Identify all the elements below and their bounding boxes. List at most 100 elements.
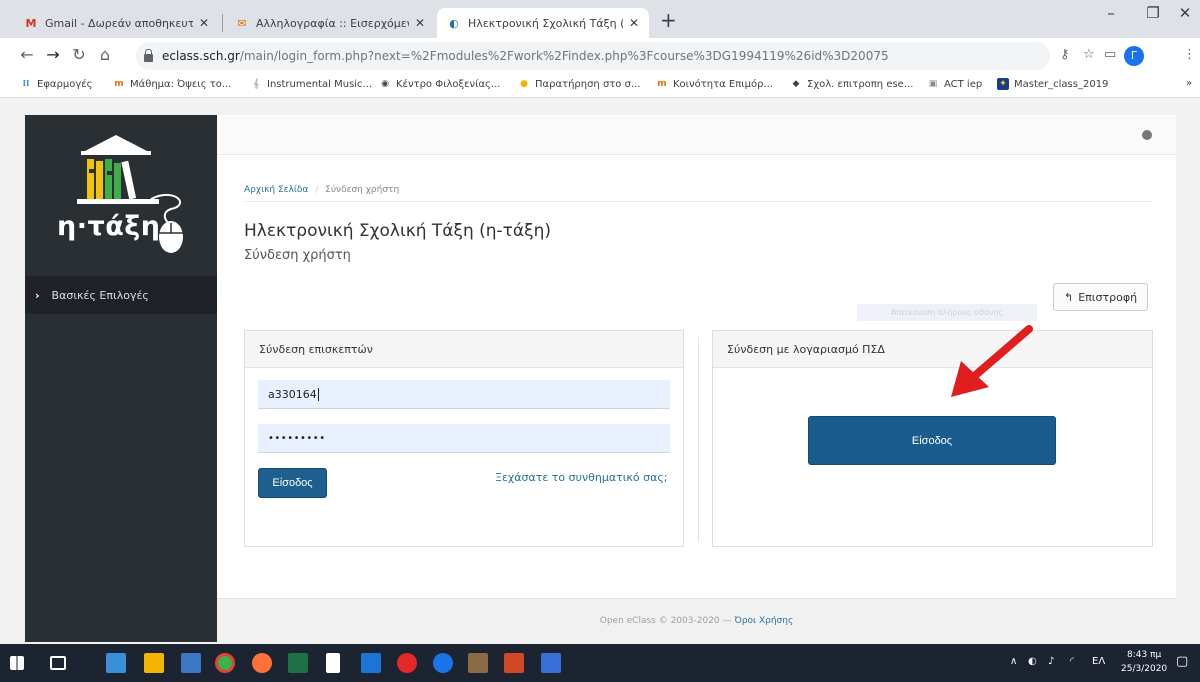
dropbox-icon[interactable] (541, 653, 561, 673)
terms-link[interactable]: Όροι Χρήσης (735, 616, 794, 626)
bookmarks-bar: ⁞⁞ Εφαρμογές m Μάθημα: Όψεις το... 𝄞 Ins… (0, 74, 1200, 98)
bookmark-item[interactable]: ◉ Κέντρο Φιλοξενίας... (379, 78, 500, 90)
excel-icon[interactable] (288, 653, 308, 673)
star-icon[interactable]: ☆ (1083, 47, 1095, 62)
browser-tab-strip: M Gmail - Δωρεάν αποθηκευτικός ✕ ✉ Αλληλ… (0, 0, 1200, 38)
password-input[interactable]: ••••••••• (258, 424, 670, 453)
tab-mail[interactable]: ✉ Αλληλογραφία :: Εισερχόμενα ✕ (225, 8, 435, 38)
psd-login-button[interactable]: Είσοδος (808, 416, 1056, 465)
eclass-logo[interactable]: η·τάξη (55, 129, 187, 269)
text-caret (317, 387, 319, 401)
key-icon[interactable]: ⚷ (1060, 47, 1070, 62)
guest-login-heading: Σύνδεση επισκεπτών (245, 331, 683, 368)
powerpoint-icon[interactable] (504, 653, 524, 673)
bookmark-item[interactable]: m Μάθημα: Όψεις το... (113, 78, 231, 90)
circle-icon: ● (520, 79, 528, 89)
reload-icon[interactable]: ↻ (70, 45, 88, 65)
close-icon[interactable]: ✕ (629, 16, 639, 30)
restore-icon[interactable]: ❐ (1138, 4, 1168, 22)
close-icon[interactable]: ✕ (199, 16, 209, 30)
sidebar-item-basic-options[interactable]: › Βασικές Επιλογές (25, 276, 217, 314)
breadcrumb: Αρχική Σελίδα / Σύνδεση χρήστη (244, 185, 399, 195)
top-bar (217, 115, 1176, 155)
cast-icon[interactable]: ▭ (1104, 47, 1116, 62)
lock-icon (144, 49, 153, 62)
chrome-icon[interactable] (215, 653, 235, 673)
globe-icon[interactable] (1142, 130, 1152, 140)
firefox-icon[interactable] (252, 653, 272, 673)
red-annotation-arrow (951, 325, 1033, 397)
eclass-icon: ◐ (449, 16, 459, 30)
task-view-icon[interactable] (50, 656, 66, 670)
taskbar-clock[interactable]: 8:43 πμ 25/3/2020 (1121, 648, 1167, 676)
home-icon[interactable]: ⌂ (96, 45, 114, 65)
notepad-icon[interactable] (326, 653, 340, 673)
bookmark-item[interactable]: ● Παρατήρηση στο σ... (518, 78, 640, 90)
tab-title: Ηλεκτρονική Σχολική Τάξη (η-Τά (468, 16, 623, 30)
address-bar[interactable]: eclass.sch.gr/main/login_form.php?next=%… (136, 42, 1050, 70)
username-value: a330164 (268, 387, 317, 401)
profile-avatar[interactable]: Γ (1124, 46, 1144, 66)
breadcrumb-home-link[interactable]: Αρχική Σελίδα (244, 185, 308, 195)
forward-arrow-icon[interactable]: → (44, 45, 62, 65)
tab-gmail[interactable]: M Gmail - Δωρεάν αποθηκευτικός ✕ (14, 8, 219, 38)
store-icon[interactable] (144, 653, 164, 673)
guest-login-submit-button[interactable]: Είσοδος (258, 468, 327, 498)
bookmark-item[interactable]: ✦ Master_class_2019 (997, 78, 1108, 90)
clock-date: 25/3/2020 (1121, 664, 1168, 674)
psd-login-heading: Σύνδεση με λογαριασμό ΠΣΔ (713, 331, 1152, 368)
bookmark-apps[interactable]: ⁞⁞ Εφαρμογές (20, 78, 93, 90)
page-viewport: η·τάξη › Βασικές Επιλογές Αρχική Σελίδα … (0, 98, 1200, 644)
eu-flag-icon: ✦ (997, 78, 1009, 90)
mail-app-icon[interactable] (361, 653, 381, 673)
eclass-logo-graphic (77, 135, 183, 253)
bookmark-label: Κοινότητα Επιμόρ... (673, 78, 773, 90)
teamviewer-icon[interactable] (433, 653, 453, 673)
back-arrow-icon[interactable]: ← (18, 45, 36, 65)
network-app-icon[interactable]: ◐ (1028, 656, 1037, 667)
windows-start-icon[interactable] (10, 656, 24, 670)
panel-divider (698, 337, 699, 542)
opera-icon[interactable] (397, 653, 417, 673)
menu-icon[interactable]: ⋮ (1183, 47, 1196, 62)
tab-eclass[interactable]: ◐ Ηλεκτρονική Σχολική Τάξη (η-Τά ✕ (437, 8, 649, 38)
bookmark-label: Κέντρο Φιλοξενίας... (396, 78, 501, 90)
minimize-icon[interactable]: – (1096, 4, 1126, 22)
close-icon[interactable]: ✕ (415, 16, 425, 30)
globe-icon: ◉ (381, 79, 389, 89)
password-mask: ••••••••• (268, 432, 326, 444)
tray-expand-icon[interactable]: ∧ (1010, 656, 1017, 667)
tab-title: Αλληλογραφία :: Εισερχόμενα (256, 16, 409, 30)
bookmark-item[interactable]: ▣ ACT iep (927, 78, 982, 90)
breadcrumb-current: Σύνδεση χρήστη (325, 185, 400, 195)
photos-icon[interactable] (181, 653, 201, 673)
chevron-right-icon: › (35, 288, 40, 302)
bookmark-item[interactable]: 𝄞 Instrumental Music... (250, 78, 372, 90)
new-tab-button[interactable]: + (660, 10, 677, 30)
bookmark-item[interactable]: m Κοινότητα Επιμόρ... (656, 78, 773, 90)
file-explorer-icon[interactable] (106, 653, 126, 673)
tab-divider (222, 14, 223, 32)
forgot-password-link[interactable]: Ξεχάσατε το συνθηματικό σας; (495, 471, 668, 484)
input-language[interactable]: ΕΛ (1092, 656, 1105, 667)
bookmarks-overflow[interactable]: » (1186, 78, 1192, 89)
close-window-icon[interactable]: ✕ (1170, 4, 1200, 22)
speaker-icon[interactable]: ♪ (1048, 656, 1054, 667)
username-input[interactable]: a330164 (258, 380, 670, 409)
notifications-icon[interactable]: ▢ (1176, 654, 1188, 669)
bookmark-label: Παρατήρηση στο σ... (535, 78, 641, 90)
drive-icon: ◆ (792, 79, 800, 89)
page-title: Ηλεκτρονική Σχολική Τάξη (η-τάξη) (244, 221, 552, 241)
app-icon[interactable] (468, 653, 488, 673)
bookmark-label: ACT iep (944, 78, 983, 90)
sidebar-item-label: Βασικές Επιλογές (51, 288, 149, 302)
url-host: eclass.sch.gr (162, 49, 240, 63)
bookmark-item[interactable]: ◆ Σχολ. επιτροπη ese... (790, 78, 914, 90)
back-button[interactable]: ↰ Επιστροφή (1053, 283, 1149, 311)
moodle-icon: m (657, 79, 667, 89)
logo-text: η·τάξη (57, 211, 161, 242)
wifi-icon[interactable]: ◜ (1070, 656, 1074, 667)
footer-copyright: Open eClass © 2003-2020 — (599, 615, 732, 626)
bookmark-label: Instrumental Music... (267, 78, 373, 90)
page-footer: Open eClass © 2003-2020 — Όροι Χρήσης (217, 598, 1176, 642)
